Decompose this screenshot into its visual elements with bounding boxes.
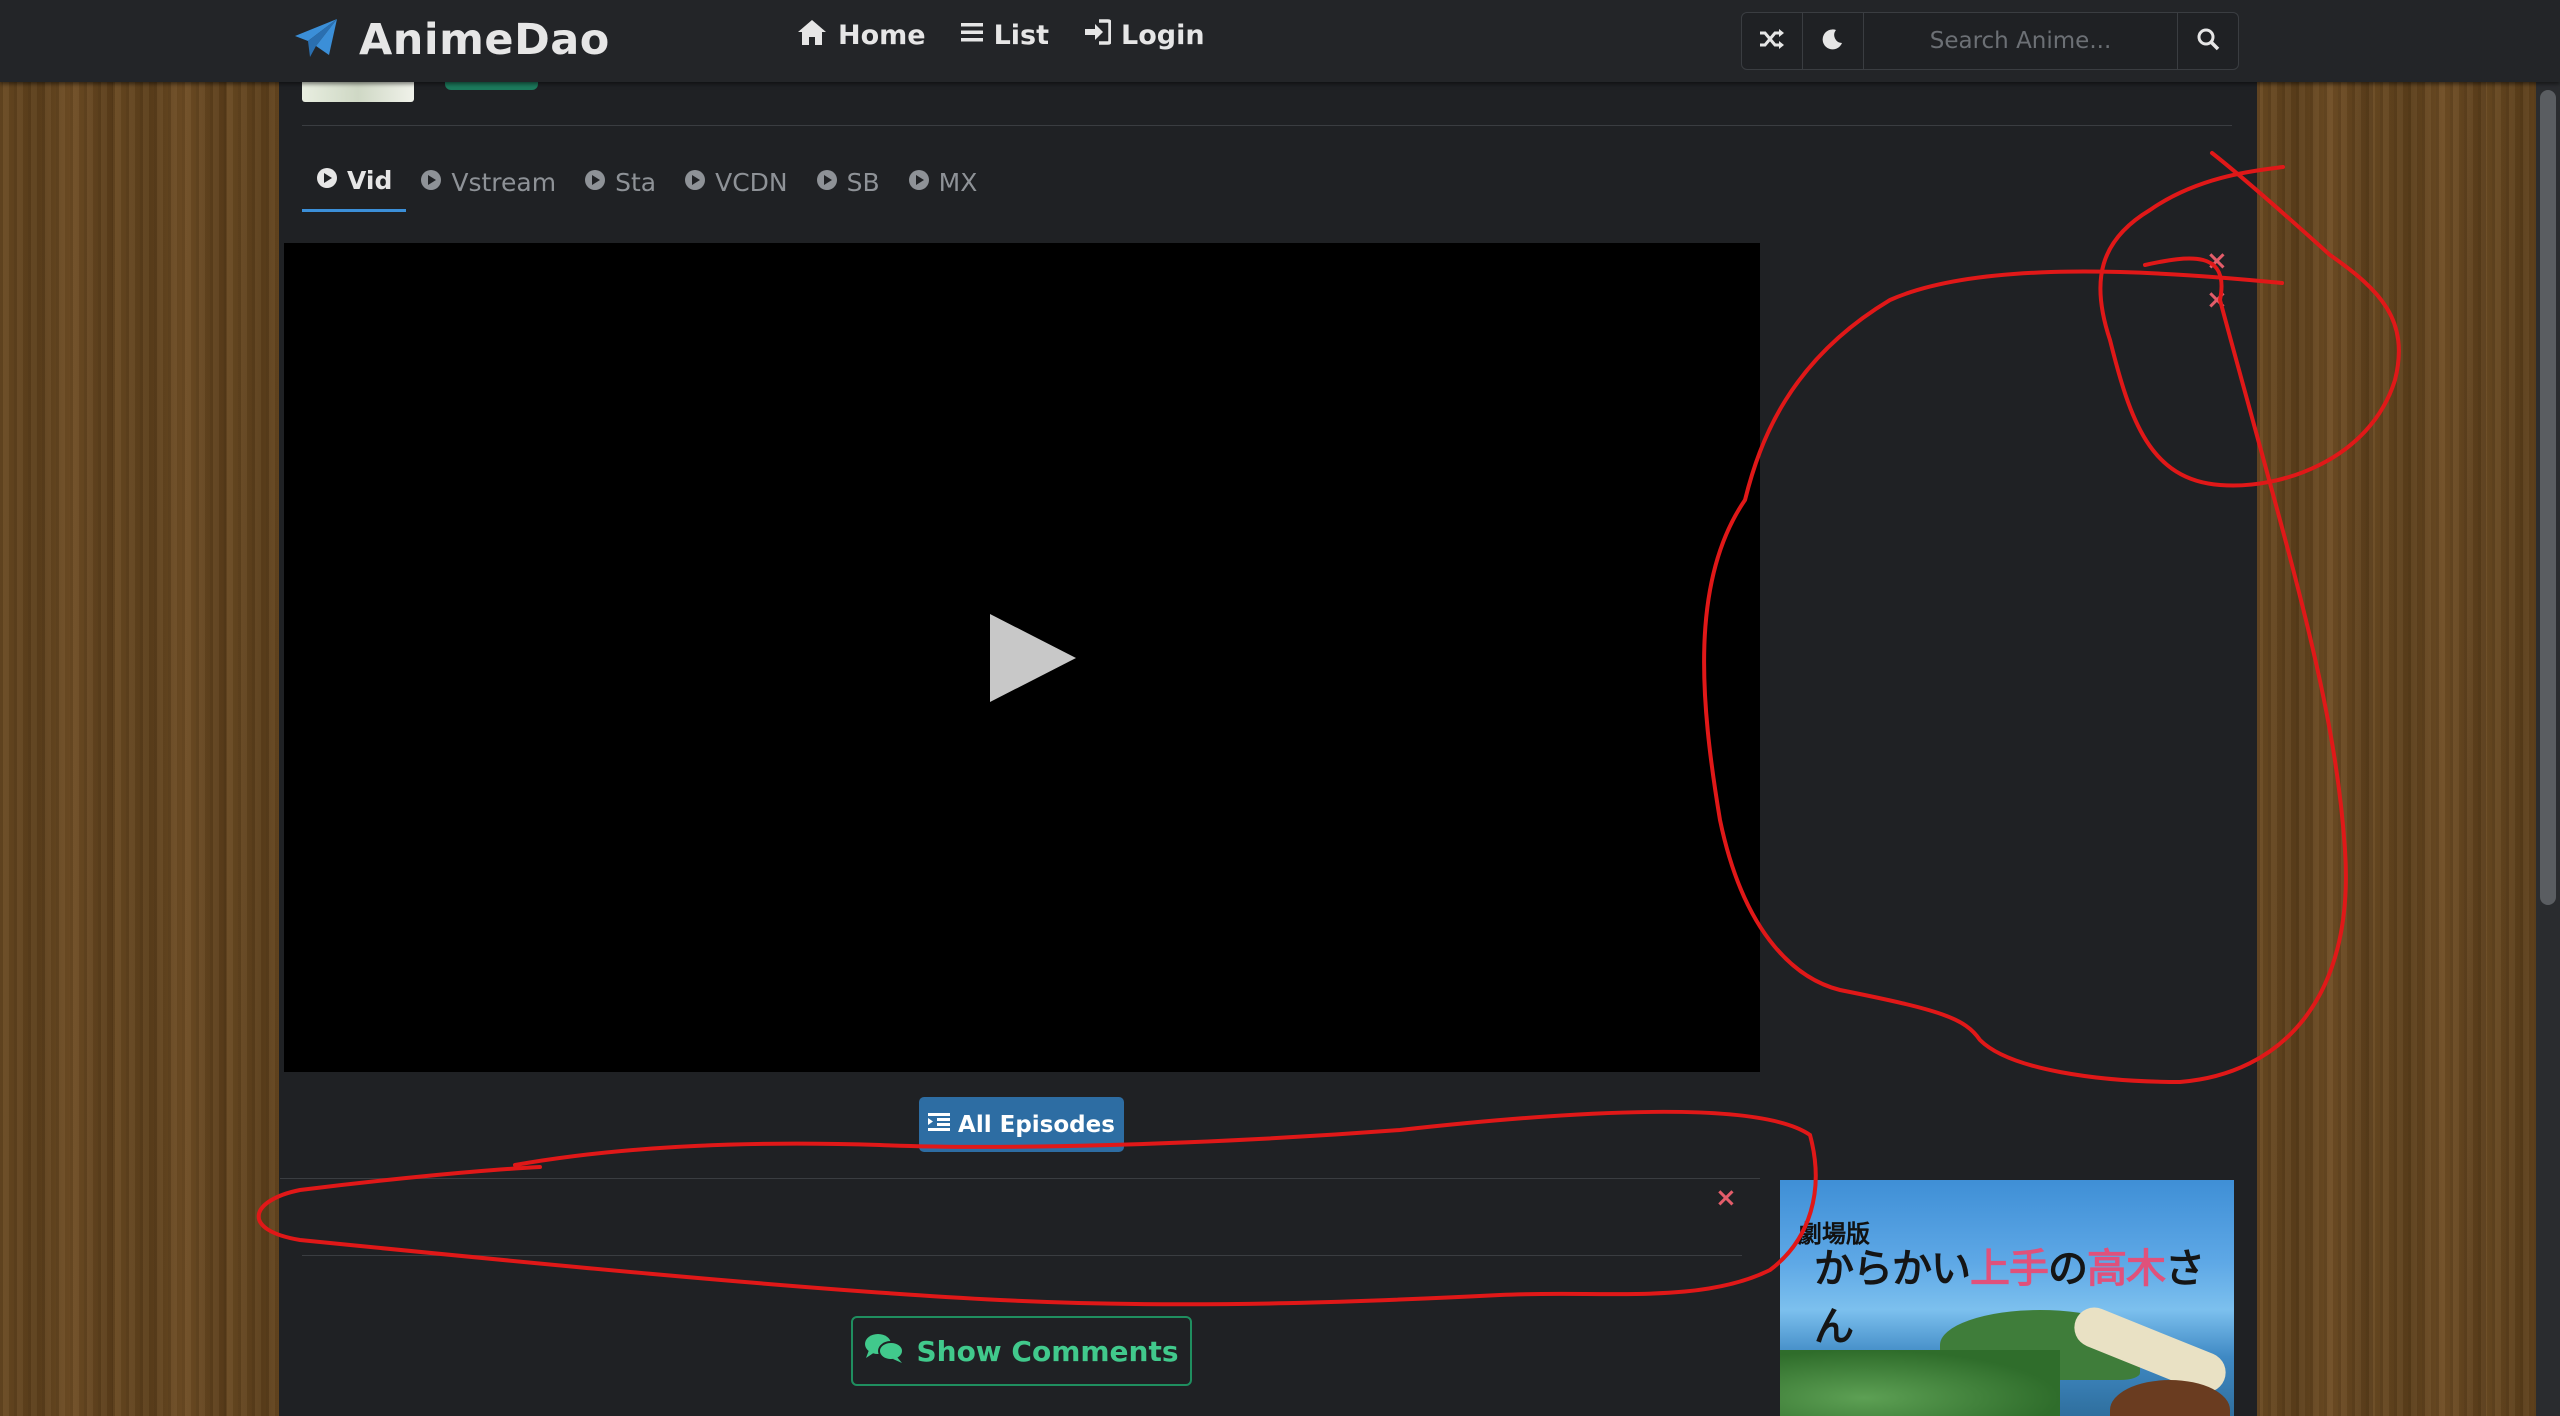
- status-badge: [445, 82, 538, 90]
- moon-icon: [1822, 28, 1844, 54]
- tab-sb[interactable]: SB: [802, 160, 894, 212]
- show-comments-label: Show Comments: [916, 1334, 1179, 1368]
- close-ad-button[interactable]: ×: [2206, 287, 2228, 313]
- play-circle-icon: [908, 168, 930, 197]
- scrollbar-thumb[interactable]: [2540, 90, 2556, 905]
- tab-label: VCDN: [715, 167, 788, 197]
- random-button[interactable]: [1742, 13, 1803, 69]
- navbar: AnimeDao Home List Login: [0, 0, 2560, 82]
- nav-home-link[interactable]: Home: [796, 18, 926, 53]
- tab-vcdn[interactable]: VCDN: [670, 160, 802, 212]
- close-ad-button[interactable]: ×: [1715, 1185, 1737, 1211]
- show-comments-button[interactable]: Show Comments: [851, 1316, 1192, 1386]
- divider: [280, 1178, 1760, 1179]
- search-icon: [2196, 27, 2220, 55]
- login-icon: [1083, 19, 1112, 52]
- nav-list-link[interactable]: List: [960, 18, 1049, 53]
- dark-mode-toggle[interactable]: [1803, 13, 1864, 69]
- ad-title-part: からかい: [1814, 1245, 1971, 1292]
- play-circle-icon: [316, 166, 338, 195]
- nav-links: Home List Login: [796, 18, 1205, 53]
- tab-sta[interactable]: Sta: [570, 160, 670, 212]
- search-input[interactable]: [1864, 13, 2178, 69]
- play-icon[interactable]: [986, 610, 1080, 710]
- search-button[interactable]: [2178, 13, 2238, 69]
- tab-label: MX: [938, 167, 978, 197]
- ad-foliage-art: [1780, 1350, 2060, 1416]
- list-icon: [960, 20, 984, 51]
- list-indent-icon: [928, 1112, 951, 1138]
- ad-title-part: の: [2048, 1245, 2088, 1292]
- close-ad-button[interactable]: ×: [2206, 248, 2228, 274]
- nav-login-label: Login: [1121, 20, 1205, 51]
- tab-mx[interactable]: MX: [894, 160, 992, 212]
- ad-banner-image[interactable]: 劇場版 からかい上手の高木さん: [1780, 1180, 2234, 1416]
- ad-title-line2: からかい上手の高木さん: [1814, 1236, 2234, 1352]
- ad-title-part: 上手: [1970, 1245, 2049, 1292]
- server-tabs: Vid Vstream Sta VCDN SB MX: [302, 160, 991, 212]
- nav-list-label: List: [993, 20, 1050, 51]
- all-episodes-button[interactable]: All Episodes: [919, 1097, 1124, 1152]
- ad-title-part: 高木: [2087, 1245, 2166, 1292]
- all-episodes-label: All Episodes: [958, 1111, 1115, 1138]
- divider: [302, 1255, 1742, 1256]
- anime-thumbnail[interactable]: [302, 82, 414, 102]
- home-icon: [796, 18, 828, 53]
- shuffle-icon: [1759, 28, 1785, 54]
- video-player[interactable]: [284, 243, 1760, 1072]
- nav-tools: [1741, 12, 2239, 70]
- paper-plane-icon: [293, 17, 339, 63]
- play-circle-icon: [584, 168, 606, 197]
- brand-name: AnimeDao: [359, 15, 610, 65]
- divider: [302, 125, 2232, 126]
- tab-label: Sta: [615, 167, 657, 197]
- nav-login-link[interactable]: Login: [1083, 18, 1205, 53]
- tab-vstream[interactable]: Vstream: [406, 160, 570, 212]
- play-circle-icon: [420, 168, 442, 197]
- nav-home-label: Home: [838, 20, 926, 51]
- brand-logo-link[interactable]: AnimeDao: [293, 10, 610, 70]
- comments-icon: [864, 1332, 905, 1371]
- tab-label: Vstream: [451, 167, 557, 197]
- tab-label: SB: [846, 167, 880, 197]
- tab-vid[interactable]: Vid: [302, 160, 407, 212]
- play-circle-icon: [684, 168, 706, 197]
- play-circle-icon: [816, 168, 838, 197]
- tab-label: Vid: [347, 166, 393, 195]
